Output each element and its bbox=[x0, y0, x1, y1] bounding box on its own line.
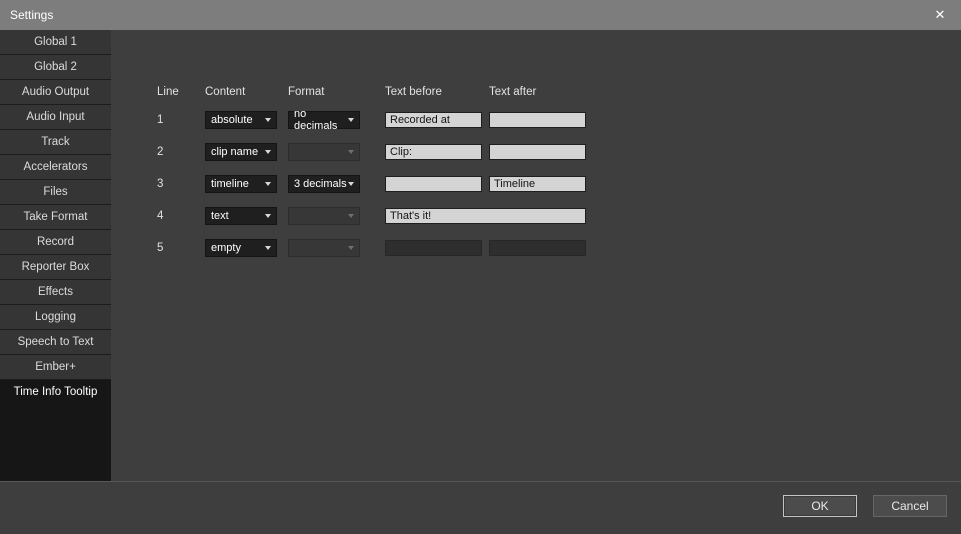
content-dropdown-value: clip name bbox=[211, 146, 258, 158]
content-dropdown-value: absolute bbox=[211, 114, 253, 126]
sidebar-item-time-info-tooltip[interactable]: Time Info Tooltip bbox=[0, 380, 111, 405]
cancel-button[interactable]: Cancel bbox=[873, 495, 947, 517]
chevron-down-icon bbox=[265, 118, 271, 122]
sidebar-item-take-format[interactable]: Take Format bbox=[0, 205, 111, 230]
text-before-input[interactable] bbox=[385, 176, 482, 192]
sidebar-item-speech-to-text[interactable]: Speech to Text bbox=[0, 330, 111, 355]
content-dropdown[interactable]: text bbox=[205, 207, 277, 225]
text-after-input bbox=[489, 240, 586, 256]
column-header-content: Content bbox=[205, 86, 245, 98]
chevron-down-icon bbox=[348, 118, 354, 122]
column-header-text-after: Text after bbox=[489, 86, 536, 98]
chevron-down-icon bbox=[348, 214, 354, 218]
content-dropdown[interactable]: clip name bbox=[205, 143, 277, 161]
sidebar-item-accelerators[interactable]: Accelerators bbox=[0, 155, 111, 180]
sidebar-item-ember[interactable]: Ember+ bbox=[0, 355, 111, 380]
sidebar-item-effects[interactable]: Effects bbox=[0, 280, 111, 305]
sidebar-item-global-1[interactable]: Global 1 bbox=[0, 30, 111, 55]
chevron-down-icon bbox=[348, 182, 354, 186]
text-after-input[interactable] bbox=[489, 176, 586, 192]
column-header-text-before: Text before bbox=[385, 86, 442, 98]
text-after-input[interactable] bbox=[489, 112, 586, 128]
chevron-down-icon bbox=[348, 150, 354, 154]
format-dropdown-value: 3 decimals bbox=[294, 178, 347, 190]
line-number: 1 bbox=[157, 111, 163, 129]
titlebar: Settings ✕ bbox=[0, 0, 961, 30]
sidebar-item-record[interactable]: Record bbox=[0, 230, 111, 255]
chevron-down-icon bbox=[265, 246, 271, 250]
line-number: 4 bbox=[157, 207, 163, 225]
chevron-down-icon bbox=[265, 214, 271, 218]
sidebar-item-track[interactable]: Track bbox=[0, 130, 111, 155]
sidebar-item-files[interactable]: Files bbox=[0, 180, 111, 205]
line-row-5: 5 empty bbox=[111, 239, 961, 271]
format-dropdown-value: no decimals bbox=[294, 108, 348, 132]
sidebar-item-global-2[interactable]: Global 2 bbox=[0, 55, 111, 80]
format-dropdown[interactable]: no decimals bbox=[288, 111, 360, 129]
sidebar-item-audio-output[interactable]: Audio Output bbox=[0, 80, 111, 105]
line-number: 3 bbox=[157, 175, 163, 193]
content-dropdown-value: text bbox=[211, 210, 229, 222]
line-row-2: 2 clip name bbox=[111, 143, 961, 175]
main-area: Global 1 Global 2 Audio Output Audio Inp… bbox=[0, 30, 961, 482]
format-dropdown[interactable]: 3 decimals bbox=[288, 175, 360, 193]
dialog-footer: OK Cancel bbox=[0, 482, 961, 534]
window-title: Settings bbox=[10, 8, 929, 22]
content-dropdown[interactable]: timeline bbox=[205, 175, 277, 193]
sidebar-item-audio-input[interactable]: Audio Input bbox=[0, 105, 111, 130]
format-dropdown bbox=[288, 207, 360, 225]
line-number: 5 bbox=[157, 239, 163, 257]
line-row-3: 3 timeline 3 decimals bbox=[111, 175, 961, 207]
chevron-down-icon bbox=[265, 150, 271, 154]
text-before-input[interactable] bbox=[385, 144, 482, 160]
chevron-down-icon bbox=[348, 246, 354, 250]
format-dropdown bbox=[288, 143, 360, 161]
settings-window: Settings ✕ Global 1 Global 2 Audio Outpu… bbox=[0, 0, 961, 534]
content-dropdown-value: empty bbox=[211, 242, 241, 254]
wide-text-input[interactable] bbox=[385, 208, 586, 224]
close-icon[interactable]: ✕ bbox=[929, 4, 951, 26]
content-dropdown[interactable]: absolute bbox=[205, 111, 277, 129]
sidebar-item-logging[interactable]: Logging bbox=[0, 305, 111, 330]
time-info-tooltip-panel: Line Content Format Text before Text aft… bbox=[111, 30, 961, 481]
sidebar: Global 1 Global 2 Audio Output Audio Inp… bbox=[0, 30, 111, 481]
sidebar-item-reporter-box[interactable]: Reporter Box bbox=[0, 255, 111, 280]
column-header-line: Line bbox=[157, 86, 179, 98]
text-before-input[interactable] bbox=[385, 112, 482, 128]
line-row-4: 4 text bbox=[111, 207, 961, 239]
text-after-input[interactable] bbox=[489, 144, 586, 160]
text-before-input bbox=[385, 240, 482, 256]
ok-button[interactable]: OK bbox=[783, 495, 857, 517]
line-row-1: 1 absolute no decimals bbox=[111, 111, 961, 143]
line-rows: 1 absolute no decimals 2 bbox=[111, 111, 961, 271]
column-header-format: Format bbox=[288, 86, 324, 98]
content-dropdown[interactable]: empty bbox=[205, 239, 277, 257]
format-dropdown bbox=[288, 239, 360, 257]
line-number: 2 bbox=[157, 143, 163, 161]
content-dropdown-value: timeline bbox=[211, 178, 249, 190]
chevron-down-icon bbox=[265, 182, 271, 186]
